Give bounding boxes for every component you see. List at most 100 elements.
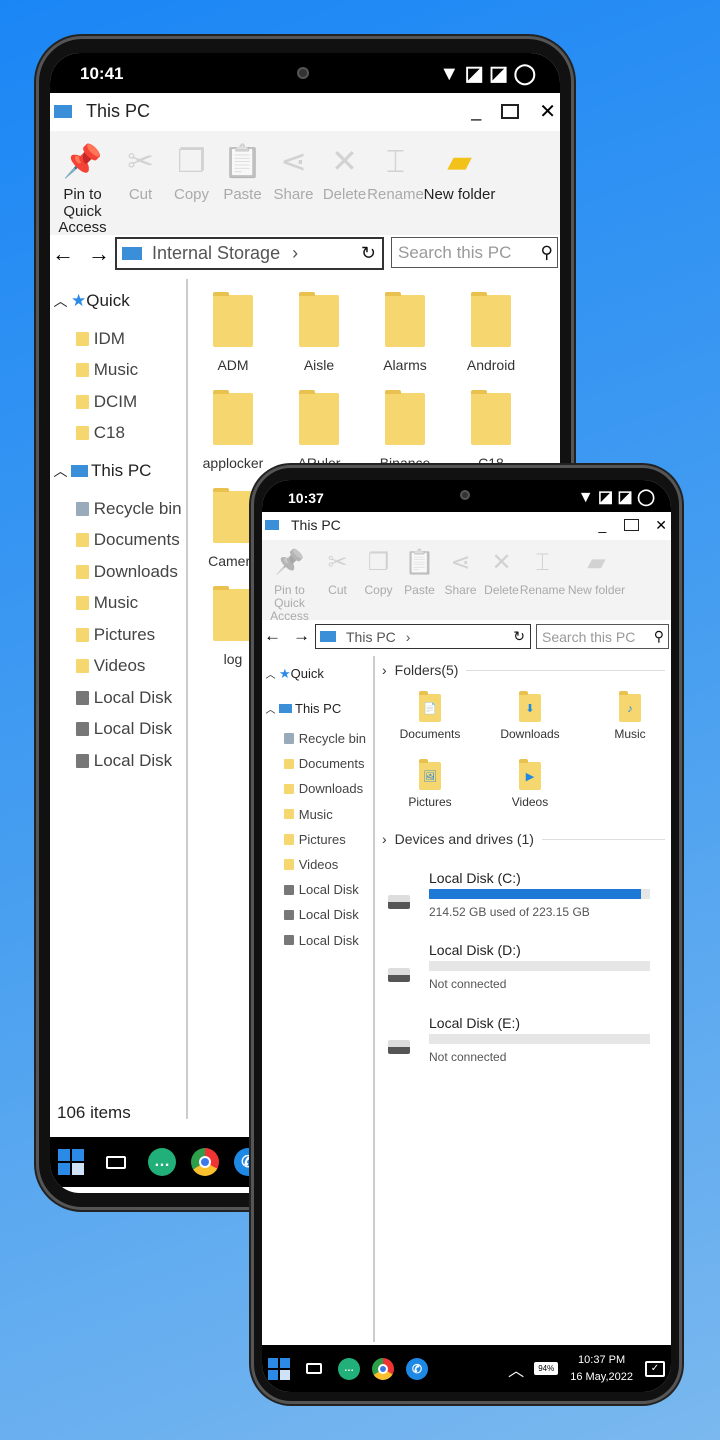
sidebar-item[interactable]: Downloads — [262, 776, 373, 801]
chevron-up-icon[interactable]: ︿ — [50, 461, 71, 481]
messages-icon[interactable]: … — [338, 1357, 360, 1380]
drives-section-header[interactable]: › Devices and drives (1) — [382, 831, 665, 847]
back-button[interactable]: ← — [52, 241, 74, 267]
sidebar-item[interactable]: Local Disk — [50, 745, 186, 777]
folder-item[interactable]: ⬇ Downloads — [480, 691, 580, 762]
ribbon-delete-button[interactable]: ✕ Delete — [481, 548, 522, 597]
drive-item[interactable]: Local Disk (E:) Not connected — [388, 1011, 650, 1084]
ribbon-label: Share — [444, 583, 477, 597]
task-view-icon[interactable] — [106, 1155, 126, 1169]
chrome-icon[interactable] — [372, 1357, 394, 1380]
sidebar-item[interactable]: Pictures — [50, 619, 186, 651]
start-icon[interactable] — [58, 1149, 84, 1175]
sidebar-item[interactable]: Local Disk — [50, 714, 186, 746]
sidebar-item[interactable]: Documents — [50, 525, 186, 557]
address-bar[interactable]: This PC › ↻ — [315, 624, 531, 649]
ribbon-toolbar: 📌 Pin to Quick Access ✂ Cut ❐ Copy 📋 Paste ⋖ Shar… — [50, 131, 560, 237]
back-button[interactable]: ← — [264, 626, 281, 646]
folder-item[interactable]: ▶ Videos — [480, 759, 580, 830]
chevron-up-icon[interactable]: ︿ — [262, 666, 279, 681]
forward-button[interactable]: → — [88, 241, 110, 267]
ribbon-rename-button[interactable]: ⌶ Rename — [367, 143, 424, 204]
ribbon-share-button[interactable]: ⋖ Share — [440, 548, 481, 597]
sidebar-item[interactable]: Local Disk — [262, 928, 373, 953]
address-bar[interactable]: Internal Storage › ↻ — [115, 237, 384, 270]
videos-icon — [76, 659, 89, 674]
folder-item[interactable]: ♪ Music — [580, 691, 671, 762]
drive-icon — [76, 690, 89, 705]
ribbon-label: Cut — [128, 186, 153, 203]
folder-item[interactable]: 📄 Documents — [380, 691, 480, 762]
chevron-up-icon[interactable]: ︿ — [262, 701, 279, 716]
ribbon-label: Paste — [404, 583, 435, 597]
ribbon-cut-button[interactable]: ✂ Cut — [115, 143, 166, 204]
sidebar-item[interactable]: Recycle bin — [262, 726, 373, 751]
phone-icon[interactable]: ✆ — [406, 1357, 428, 1380]
ribbon-new-folder-button[interactable]: ▰ New folder — [421, 143, 498, 204]
sidebar-item[interactable]: Local Disk — [262, 902, 373, 927]
minimize-button[interactable]: _ — [598, 517, 606, 533]
folder-item[interactable]: 🖼 Pictures — [380, 759, 480, 830]
sidebar-item[interactable]: Music — [50, 588, 186, 620]
sidebar-item[interactable]: Downloads — [50, 556, 186, 588]
refresh-icon[interactable]: ↻ — [513, 628, 525, 645]
taskbar-clock[interactable]: 10:37 PM 16 May,2022 — [570, 1352, 633, 1385]
sidebar-section[interactable]: ︿ This PC — [50, 449, 186, 493]
forward-button[interactable]: → — [293, 626, 310, 646]
ribbon-copy-button[interactable]: ❐ Copy — [358, 548, 399, 597]
ribbon-pin-to-quick-access-button[interactable]: 📌 Pin to Quick Access — [50, 143, 115, 237]
share-icon: ⋖ — [450, 548, 471, 576]
folders-section-header[interactable]: › Folders(5) — [382, 662, 665, 678]
folder-item[interactable]: ADM — [190, 291, 276, 389]
search-input[interactable]: Search this PC ⚲ — [391, 237, 558, 268]
ribbon-paste-button[interactable]: 📋 Paste — [217, 143, 268, 204]
ribbon-rename-button[interactable]: ⌶ Rename — [520, 548, 565, 597]
sidebar-item[interactable]: DCIM — [50, 386, 186, 418]
ribbon-new-folder-button[interactable]: ▰ New folder — [563, 548, 630, 597]
search-input[interactable]: Search this PC ⚲ — [536, 624, 669, 649]
sidebar-item[interactable]: Videos — [50, 651, 186, 683]
sidebar-item[interactable]: Local Disk — [50, 682, 186, 714]
sidebar-item[interactable]: Recycle bin — [50, 493, 186, 525]
task-view-icon[interactable] — [306, 1363, 322, 1374]
ribbon-copy-button[interactable]: ❐ Copy — [166, 143, 217, 204]
folder-item[interactable]: Android — [448, 291, 534, 389]
chevron-up-icon[interactable]: ︿ — [508, 1357, 524, 1381]
chrome-icon[interactable] — [191, 1148, 219, 1176]
maximize-button[interactable] — [624, 519, 640, 531]
delete-icon: ✕ — [331, 143, 358, 180]
close-button[interactable]: ✕ — [655, 517, 667, 534]
sidebar-item[interactable]: C18 — [50, 418, 186, 450]
ribbon-delete-button[interactable]: ✕ Delete — [319, 143, 370, 204]
sidebar-item[interactable]: Music — [50, 355, 186, 387]
folder-item[interactable]: Aisle — [276, 291, 362, 389]
chevron-up-icon[interactable]: ︿ — [50, 291, 71, 311]
sidebar-section[interactable]: ︿ ★ Quick — [262, 656, 373, 691]
sidebar-section[interactable]: ︿ ★ Quick — [50, 279, 186, 323]
drive-item[interactable]: Local Disk (D:) Not connected — [388, 939, 650, 1012]
messages-icon[interactable]: … — [148, 1148, 176, 1176]
maximize-button[interactable] — [501, 103, 520, 119]
ribbon-pin-to-quick-access-button[interactable]: 📌 Pin to Quick Access — [262, 548, 317, 624]
ribbon-cut-button[interactable]: ✂ Cut — [317, 548, 358, 597]
notification-icon[interactable]: ✓ — [645, 1360, 665, 1377]
close-button[interactable]: ✕ — [539, 99, 556, 124]
minimize-button[interactable]: _ — [471, 101, 481, 122]
sidebar-item[interactable]: Local Disk — [262, 877, 373, 902]
battery-indicator: 94% — [534, 1362, 559, 1375]
sidebar-item[interactable]: Videos — [262, 852, 373, 877]
ribbon-paste-button[interactable]: 📋 Paste — [399, 548, 440, 597]
ribbon-share-button[interactable]: ⋖ Share — [268, 143, 319, 204]
sidebar-item[interactable]: Pictures — [262, 827, 373, 852]
folder-item[interactable]: applocker — [190, 389, 276, 487]
drive-item[interactable]: Local Disk (C:) 214.52 GB used of 223.15 … — [388, 866, 650, 939]
downloads-icon — [76, 564, 89, 579]
sidebar-item[interactable]: IDM — [50, 323, 186, 355]
refresh-icon[interactable]: ↻ — [361, 243, 376, 264]
sidebar-section[interactable]: ︿ This PC — [262, 691, 373, 726]
documents-folder-icon: 📄 — [419, 691, 441, 722]
start-icon[interactable] — [268, 1357, 290, 1380]
folder-item[interactable]: Alarms — [362, 291, 448, 389]
sidebar-item[interactable]: Documents — [262, 751, 373, 776]
sidebar-item[interactable]: Music — [262, 802, 373, 827]
